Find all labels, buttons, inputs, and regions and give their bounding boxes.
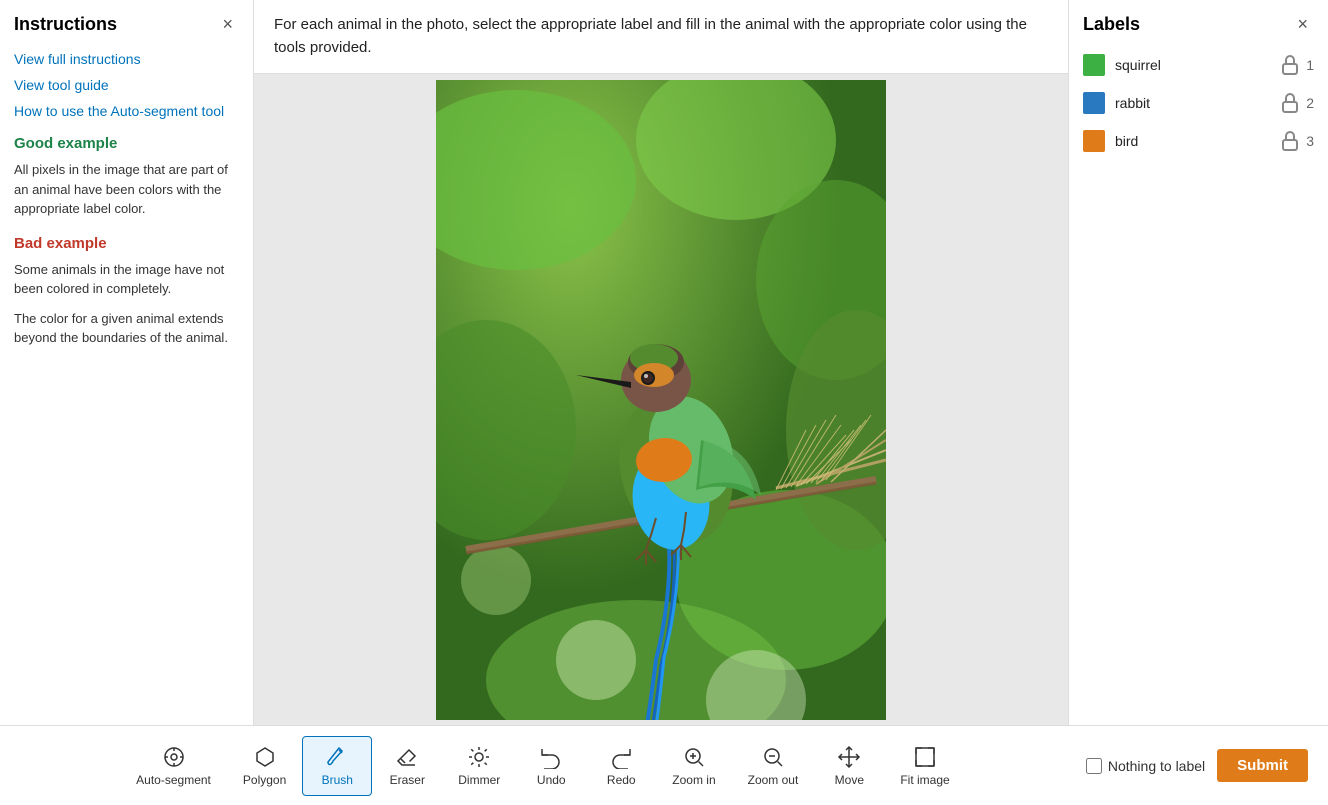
move-tool-button[interactable]: Move (814, 737, 884, 795)
eraser-tool-button[interactable]: Eraser (372, 737, 442, 795)
bird-lock-num: 3 (1278, 129, 1314, 153)
toolbar-row: Auto-segment Polygon Brush Eraser (0, 725, 1328, 805)
auto-segment-tool-button[interactable]: Auto-segment (120, 737, 227, 795)
image-container[interactable] (254, 74, 1068, 725)
rabbit-lock-num: 2 (1278, 91, 1314, 115)
auto-segment-link[interactable]: How to use the Auto-segment tool (14, 103, 239, 119)
dimmer-label: Dimmer (458, 773, 500, 787)
label-item-bird[interactable]: bird 3 (1083, 129, 1314, 153)
main-area: Instructions × View full instructions Vi… (0, 0, 1328, 725)
labels-close-button[interactable]: × (1291, 12, 1314, 37)
rabbit-lock-icon (1278, 91, 1302, 115)
nothing-to-label-container[interactable]: Nothing to label (1086, 758, 1205, 774)
canvas-area: For each animal in the photo, select the… (254, 0, 1068, 725)
rabbit-number: 2 (1306, 95, 1314, 111)
rabbit-color-swatch (1083, 92, 1105, 114)
label-item-rabbit[interactable]: rabbit 2 (1083, 91, 1314, 115)
zoom-in-label: Zoom in (672, 773, 715, 787)
sidebar-title: Instructions (14, 14, 117, 35)
squirrel-color-swatch (1083, 54, 1105, 76)
good-example-title: Good example (14, 135, 239, 152)
zoom-in-icon (682, 745, 706, 769)
rabbit-label-name: rabbit (1115, 95, 1268, 111)
labels-panel-title: Labels (1083, 14, 1140, 35)
bird-lock-icon (1278, 129, 1302, 153)
zoom-out-icon (761, 745, 785, 769)
zoom-out-tool-button[interactable]: Zoom out (732, 737, 815, 795)
undo-icon (539, 745, 563, 769)
bad-example-title: Bad example (14, 235, 239, 252)
view-tool-guide-link[interactable]: View tool guide (14, 77, 239, 93)
sidebar-header: Instructions × (14, 12, 239, 37)
brush-tool-button[interactable]: Brush (302, 736, 372, 796)
submit-button[interactable]: Submit (1217, 749, 1308, 782)
toolbar-right: Nothing to label Submit (1086, 749, 1328, 782)
nothing-to-label-text: Nothing to label (1108, 758, 1205, 774)
move-icon (837, 745, 861, 769)
bird-image (436, 80, 886, 720)
dimmer-icon (467, 745, 491, 769)
polygon-label: Polygon (243, 773, 286, 787)
bad-example-text-2: The color for a given animal extends bey… (14, 309, 239, 348)
fit-image-icon (913, 745, 937, 769)
polygon-tool-button[interactable]: Polygon (227, 737, 302, 795)
move-label: Move (835, 773, 864, 787)
eraser-label: Eraser (390, 773, 425, 787)
redo-label: Redo (607, 773, 636, 787)
bird-color-swatch (1083, 130, 1105, 152)
auto-segment-label: Auto-segment (136, 773, 211, 787)
polygon-icon (253, 745, 277, 769)
auto-segment-icon (162, 745, 186, 769)
sidebar-close-button[interactable]: × (216, 12, 239, 37)
undo-tool-button[interactable]: Undo (516, 737, 586, 795)
toolbar-tools: Auto-segment Polygon Brush Eraser (0, 736, 1086, 796)
undo-label: Undo (537, 773, 566, 787)
view-full-instructions-link[interactable]: View full instructions (14, 51, 239, 67)
dimmer-tool-button[interactable]: Dimmer (442, 737, 516, 795)
instructions-sidebar: Instructions × View full instructions Vi… (0, 0, 254, 725)
eraser-icon (395, 745, 419, 769)
good-example-text: All pixels in the image that are part of… (14, 160, 239, 219)
squirrel-lock-num: 1 (1278, 53, 1314, 77)
labels-header: Labels × (1083, 12, 1314, 37)
fit-image-label: Fit image (900, 773, 949, 787)
squirrel-number: 1 (1306, 57, 1314, 73)
instruction-text: For each animal in the photo, select the… (274, 16, 1027, 56)
nothing-to-label-checkbox[interactable] (1086, 758, 1102, 774)
redo-icon (609, 745, 633, 769)
brush-label: Brush (322, 773, 353, 787)
squirrel-label-name: squirrel (1115, 57, 1268, 73)
zoom-in-tool-button[interactable]: Zoom in (656, 737, 731, 795)
bird-number: 3 (1306, 133, 1314, 149)
bad-example-text-1: Some animals in the image have not been … (14, 260, 239, 299)
brush-icon (325, 745, 349, 769)
fit-image-tool-button[interactable]: Fit image (884, 737, 965, 795)
redo-tool-button[interactable]: Redo (586, 737, 656, 795)
bird-label-name: bird (1115, 133, 1268, 149)
labels-panel: Labels × squirrel 1 rabbit (1068, 0, 1328, 725)
instruction-bar: For each animal in the photo, select the… (254, 0, 1068, 74)
squirrel-lock-icon (1278, 53, 1302, 77)
label-item-squirrel[interactable]: squirrel 1 (1083, 53, 1314, 77)
zoom-out-label: Zoom out (748, 773, 799, 787)
